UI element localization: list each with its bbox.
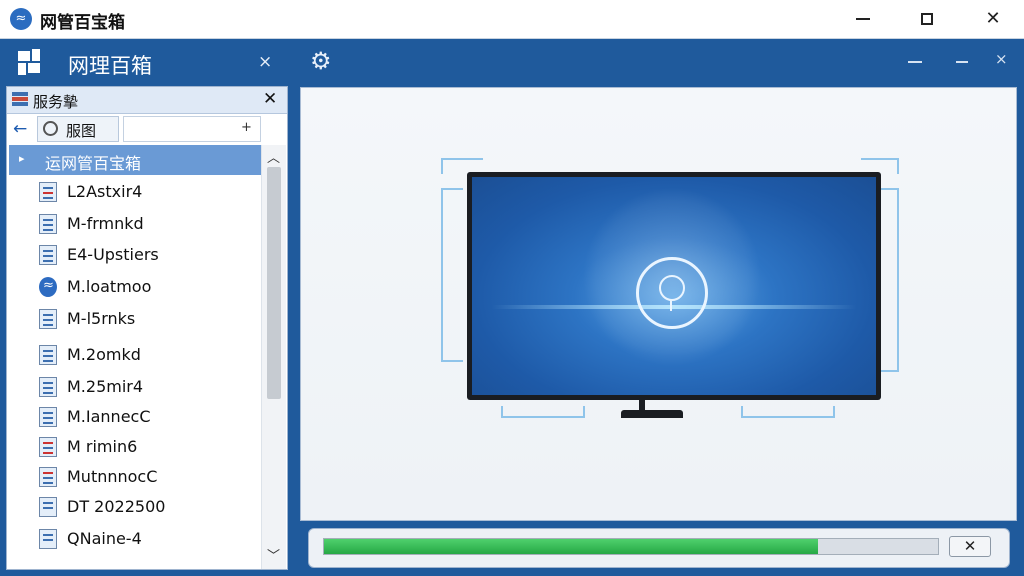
tree-root-item[interactable]: ▸ 运网管百宝箱 [9, 145, 261, 175]
circuit-line [741, 406, 835, 418]
panel-close-button[interactable]: ✕ [263, 89, 277, 109]
app-logo-icon: ≈ [10, 8, 32, 30]
circuit-line [501, 406, 585, 418]
window-titlebar: ≈ 网管百宝箱 ✕ [0, 0, 1024, 39]
gear-icon[interactable]: ⚙ [310, 49, 332, 73]
window-title: 网管百宝箱 [40, 13, 125, 33]
monitor-frame [467, 172, 881, 400]
document-icon [39, 309, 57, 329]
monitor-screen [472, 177, 876, 395]
toolbox-logo-icon [18, 49, 46, 77]
tree-item-label: M.IannecC [67, 407, 151, 426]
tree-item-label: MutnnnocC [67, 467, 158, 486]
network-round-icon [39, 277, 57, 297]
left-header: 网理百箱 × [0, 39, 292, 87]
tree-root-label: 运网管百宝箱 [45, 154, 142, 173]
back-arrow-button[interactable]: ← [13, 119, 27, 139]
tree-item-label: E4-Upstiers [67, 245, 159, 264]
tree-item-label: M.2omkd [67, 345, 141, 364]
document-icon [39, 407, 57, 427]
spreadsheet-icon [39, 437, 57, 457]
service-tree: ▸ 运网管百宝箱 L2Astxir4 M-frmnkd E4-Upstiers … [7, 145, 261, 569]
tree-item[interactable]: MutnnnocC [39, 464, 259, 490]
progress-bar [323, 538, 939, 555]
close-button[interactable]: ✕ [970, 0, 1016, 38]
tree-item[interactable]: M.loatmoo [39, 274, 259, 300]
folder-icon [39, 497, 57, 517]
tree-item-label: DT 2022500 [67, 497, 166, 516]
spreadsheet-icon [39, 467, 57, 487]
cancel-button[interactable]: ✕ [949, 536, 991, 557]
monitor-foot [621, 410, 683, 418]
panel-toolbar: ← 服图 + [7, 114, 287, 144]
tree-item[interactable]: E4-Upstiers [39, 242, 259, 268]
left-header-title: 网理百箱 [68, 54, 152, 78]
maximize-icon [921, 13, 933, 25]
add-button[interactable]: + [241, 120, 252, 135]
document-icon [39, 245, 57, 265]
tree-item-label: M-l5rnks [67, 309, 136, 328]
folder-icon [39, 529, 57, 549]
tree-item[interactable]: M-l5rnks [39, 306, 259, 332]
expand-arrow-icon: ▸ [19, 152, 25, 165]
tree-item[interactable]: M-frmnkd [39, 211, 259, 237]
tree-item[interactable]: DT 2022500 [39, 494, 259, 520]
pane-close-button[interactable]: × [995, 50, 1008, 68]
circuit-line [879, 188, 899, 372]
right-header: ⚙ × [292, 39, 1024, 85]
scroll-thumb[interactable] [267, 167, 281, 399]
network-ring-icon [636, 257, 708, 329]
map-tab-label: 服图 [66, 122, 97, 140]
progress-fill [324, 539, 819, 554]
tree-item[interactable]: M.2omkd [39, 342, 259, 368]
monitor-illustration [441, 148, 901, 448]
content-area [300, 87, 1017, 521]
tree-item[interactable]: M rimin6 [39, 434, 259, 460]
document-icon [39, 377, 57, 397]
scroll-up-icon[interactable]: ︿ [267, 147, 280, 166]
tree-item[interactable]: L2Astxir4 [39, 179, 259, 205]
tree-item[interactable]: M.IannecC [39, 404, 259, 430]
panel-header: 服务摰 ✕ [7, 87, 287, 114]
tree-item-label: L2Astxir4 [67, 182, 143, 201]
circuit-line [441, 188, 463, 362]
panel-title: 服务摰 [33, 93, 79, 111]
tree-scrollbar[interactable]: ︿ ﹀ [261, 145, 286, 569]
pane-minimize-button[interactable] [908, 61, 922, 63]
service-panel: 服务摰 ✕ ← 服图 + ▸ 运网管百宝箱 L2Astxir4 M-frmnkd… [6, 86, 288, 570]
globe-icon [43, 121, 58, 136]
document-icon [39, 345, 57, 365]
minimize-icon [856, 18, 870, 20]
server-icon [12, 92, 28, 107]
left-header-close-button[interactable]: × [258, 52, 272, 72]
tree-item[interactable]: M.25mir4 [39, 374, 259, 400]
maximize-button[interactable] [904, 0, 950, 38]
pane-restore-button[interactable] [956, 61, 968, 63]
tree-item-label: M-frmnkd [67, 214, 144, 233]
tree-item-label: M.loatmoo [67, 277, 152, 296]
progress-panel: ✕ [308, 528, 1010, 568]
tree-item-label: M.25mir4 [67, 377, 144, 396]
tree-item-label: M rimin6 [67, 437, 138, 456]
document-icon [39, 182, 57, 202]
document-icon [39, 214, 57, 234]
tree-item-label: QNaine-4 [67, 529, 142, 548]
tree-item[interactable]: QNaine-4 [39, 526, 259, 552]
minimize-button[interactable] [840, 0, 886, 38]
map-tab[interactable]: 服图 [37, 116, 119, 142]
scroll-down-icon[interactable]: ﹀ [267, 545, 280, 564]
